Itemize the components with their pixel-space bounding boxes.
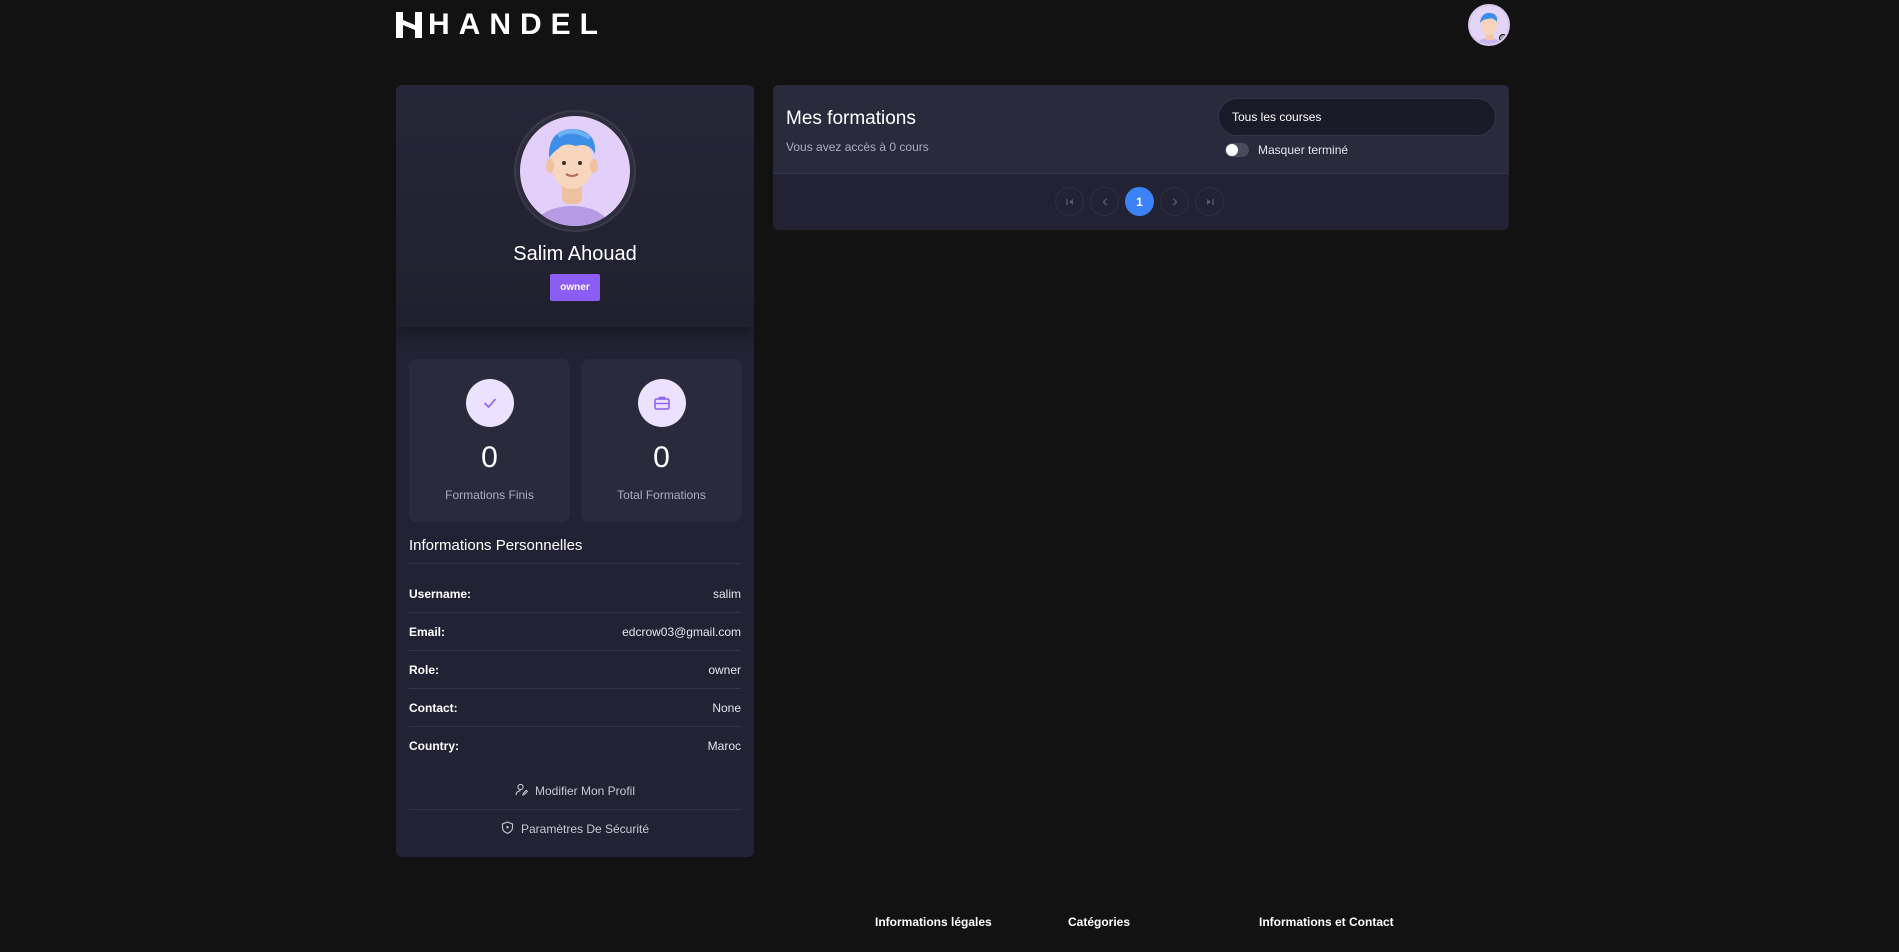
page: HANDEL Salim Ahouad owner 0 Formations F… [0,0,1899,952]
last-page-icon [1206,198,1214,205]
status-indicator [1499,34,1507,42]
stats-row: 0 Formations Finis 0 Total Formations [409,359,742,522]
personal-info-title: Informations Personnelles [409,537,583,554]
courses-subtitle: Vous avez accès à 0 cours [786,140,929,154]
briefcase-icon [638,379,686,427]
profile-avatar [516,112,634,230]
stat-card-finished: 0 Formations Finis [409,359,570,522]
edit-profile-button[interactable]: Modifier Mon Profil [409,772,741,810]
info-key: Country: [409,739,459,753]
info-row-country: Country: Maroc [409,727,741,765]
profile-header: Salim Ahouad owner [396,85,754,327]
shield-icon [501,821,514,837]
chevron-left-icon [1102,198,1107,205]
stat-value: 0 [653,441,670,474]
info-value: Maroc [707,739,741,753]
info-key: Contact: [409,700,458,715]
edit-profile-label: Modifier Mon Profil [534,783,636,798]
next-page-button[interactable] [1160,187,1189,216]
security-settings-button[interactable]: Paramètres De Sécurité [409,810,741,848]
last-page-button[interactable] [1195,187,1224,216]
page-button-current[interactable]: 1 [1125,187,1154,216]
hide-finished-toggle-row[interactable]: Masquer terminé [1225,143,1348,157]
courses-card: Mes formations Vous avez accès à 0 cours… [773,85,1509,230]
info-value: salim [712,586,741,601]
info-key: Username: [409,586,472,601]
avatar-illustration-icon [534,129,610,226]
courses-header: Mes formations Vous avez accès à 0 cours… [773,85,1509,174]
courses-title: Mes formations [786,108,916,129]
user-edit-icon [515,783,529,799]
info-value: edcrow03@gmail.com [622,624,741,639]
stat-value: 0 [481,441,498,474]
brand-name: HANDEL [428,8,607,41]
info-row-contact: Contact: None [409,689,741,727]
pagination: 1 [1055,187,1224,216]
role-badge: owner [550,274,600,301]
footer-categories-heading: Catégories [1068,915,1131,929]
info-key: Email: [409,624,446,639]
first-page-icon [1065,198,1073,205]
stat-card-total: 0 Total Formations [581,359,742,522]
logo-mark-icon [396,12,422,38]
security-settings-label: Paramètres De Sécurité [520,822,650,836]
first-page-button[interactable] [1055,187,1084,216]
info-value: owner [708,662,741,677]
check-icon [466,379,514,427]
hide-finished-label: Masquer terminé [1258,143,1349,157]
toggle-knob [1226,144,1238,156]
prev-page-button[interactable] [1090,187,1119,216]
divider [409,563,741,564]
info-row-email: Email: edcrow03@gmail.com [409,613,741,651]
info-row-role: Role: owner [409,651,741,689]
info-key: Role: [409,662,439,677]
info-value: None [712,700,741,715]
info-row-username: Username: salim [409,575,741,613]
profile-name: Salim Ahouad [513,243,637,265]
user-avatar-menu[interactable] [1468,4,1510,46]
course-filter-select[interactable]: Tous les courses [1218,98,1496,136]
stat-label: Formations Finis [445,488,534,502]
stat-label: Total Formations [617,488,706,502]
footer-contact-heading: Informations et Contact [1259,915,1394,929]
footer-legal-heading: Informations légales [875,915,992,929]
profile-card: Salim Ahouad owner 0 Formations Finis 0 … [396,85,754,857]
course-filter-value: Tous les courses [1232,110,1322,124]
hide-finished-toggle[interactable] [1225,143,1249,157]
brand-logo[interactable]: HANDEL [396,8,607,41]
chevron-right-icon [1172,198,1177,205]
